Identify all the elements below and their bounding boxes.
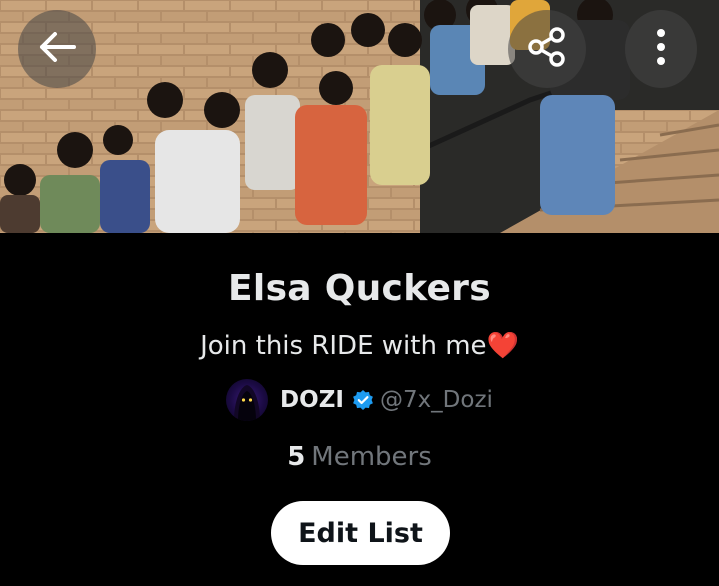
list-description-text: Join this RIDE with me [200, 331, 487, 361]
members-count: 5 [287, 442, 306, 472]
list-title: Elsa Quckers [228, 268, 491, 309]
edit-list-button[interactable]: Edit List [271, 501, 450, 565]
list-owner[interactable]: DOZI @7x_Dozi [0, 378, 719, 422]
list-banner-image [0, 0, 719, 233]
more-vertical-icon [655, 27, 667, 71]
members-link[interactable]: 5 Members [0, 442, 719, 472]
owner-handle[interactable]: @7x_Dozi [380, 387, 493, 413]
share-icon [526, 26, 568, 72]
share-button[interactable] [508, 10, 586, 88]
list-description: Join this RIDE with me❤️ [0, 331, 719, 361]
list-detail-screen: Elsa Quckers Join this RIDE with me❤️ DO… [0, 0, 719, 586]
more-options-button[interactable] [625, 10, 697, 88]
avatar[interactable] [226, 379, 269, 421]
owner-display-name[interactable]: DOZI [280, 387, 344, 413]
members-label: Members [311, 442, 432, 472]
arrow-left-icon [38, 32, 76, 66]
verified-badge-icon [352, 389, 374, 411]
back-button[interactable] [18, 10, 96, 88]
heart-emoji: ❤️ [486, 331, 519, 361]
